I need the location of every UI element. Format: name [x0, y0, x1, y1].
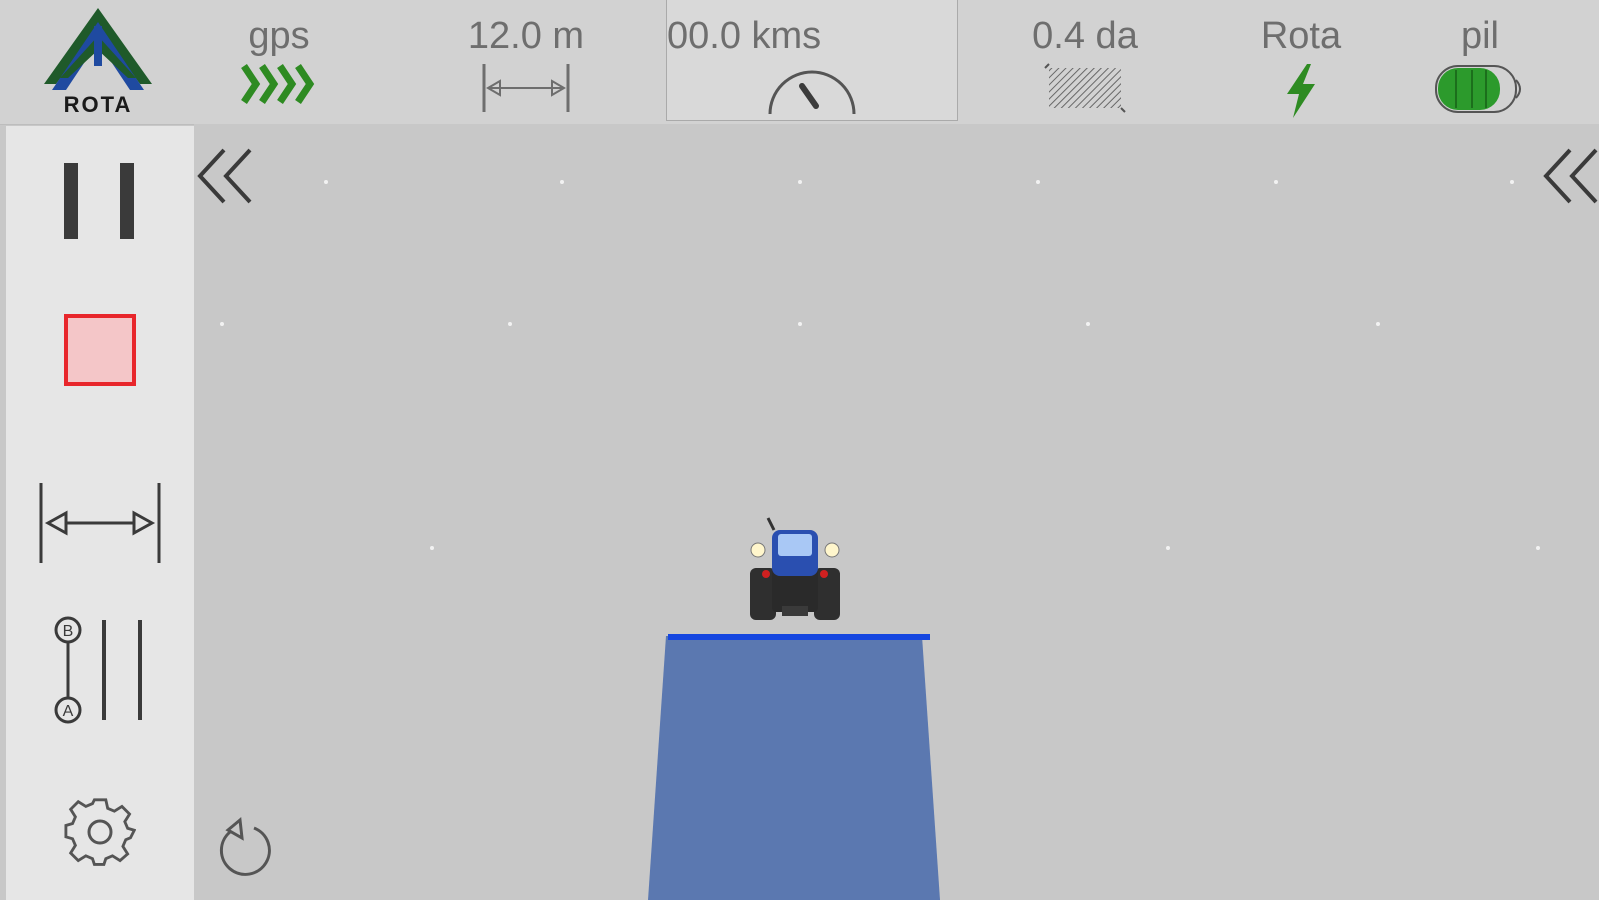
area-hatched-icon	[1043, 62, 1127, 119]
speed-label: 00.0 kms	[667, 15, 822, 57]
battery-status[interactable]: pil	[1418, 0, 1542, 124]
double-chevron-left-icon	[197, 148, 252, 204]
implement-width-status[interactable]: 12.0 m	[446, 0, 606, 124]
area-status[interactable]: 0.4 da	[1018, 0, 1152, 124]
battery-label: pil	[1460, 15, 1500, 57]
collapse-left-panel-button[interactable]	[194, 144, 258, 213]
grid-dot	[1166, 546, 1170, 550]
coverage-trail	[648, 636, 940, 900]
gps-signal-chevrons-icon	[240, 62, 318, 111]
speedometer-icon	[764, 62, 860, 121]
grid-dot	[798, 180, 802, 184]
stop-icon	[64, 314, 136, 386]
width-label: 12.0 m	[467, 15, 585, 57]
grid-dot	[1036, 180, 1040, 184]
status-bar: ROTA gps 12.0 m 00.0 kms 0.4 da Rota pil	[0, 0, 1599, 125]
area-label: 0.4 da	[1032, 15, 1138, 57]
grid-dot	[508, 322, 512, 326]
double-chevron-left-icon	[1543, 148, 1598, 204]
grid-dot	[324, 180, 328, 184]
gps-label: gps	[248, 15, 310, 57]
logo-text: ROTA	[63, 92, 133, 117]
lightning-icon	[1281, 62, 1321, 125]
tractor-icon	[750, 517, 840, 620]
left-toolbar: B A	[6, 126, 194, 900]
undo-icon	[219, 817, 271, 876]
route-status[interactable]: Rota	[1234, 0, 1368, 124]
implement-bar	[668, 634, 930, 640]
grid-dot	[1536, 546, 1540, 550]
ab-line-button[interactable]: B A	[6, 614, 194, 726]
logo-icon	[44, 8, 152, 90]
width-arrows-icon	[39, 483, 161, 563]
gear-icon	[64, 798, 136, 866]
width-arrows-icon	[480, 62, 572, 119]
pause-icon	[64, 163, 134, 239]
svg-text:A: A	[63, 703, 74, 720]
ab-line-icon: B A	[54, 616, 142, 724]
grid-dot	[798, 322, 802, 326]
stop-button[interactable]	[6, 310, 194, 390]
speed-status[interactable]: 00.0 kms	[666, 0, 958, 121]
grid-dot	[1274, 180, 1278, 184]
grid-dot	[560, 180, 564, 184]
field-map[interactable]	[194, 124, 1599, 900]
grid-dot	[430, 546, 434, 550]
undo-button[interactable]	[210, 816, 274, 885]
battery-icon	[1434, 62, 1526, 121]
grid-dot	[1510, 180, 1514, 184]
app-window: ROTA gps 12.0 m 00.0 kms 0.4 da Rota pil…	[0, 0, 1599, 900]
grid-dot	[220, 322, 224, 326]
settings-button[interactable]	[6, 792, 194, 872]
implement-width-button[interactable]	[6, 480, 194, 566]
rota-logo: ROTA	[38, 6, 158, 118]
collapse-right-panel-button[interactable]	[1540, 144, 1599, 213]
grid-dot	[1086, 322, 1090, 326]
svg-text:B: B	[63, 623, 74, 640]
pause-button[interactable]	[6, 156, 194, 246]
gps-status[interactable]: gps	[214, 0, 344, 124]
route-label: Rota	[1260, 15, 1342, 57]
grid-dot	[1376, 322, 1380, 326]
